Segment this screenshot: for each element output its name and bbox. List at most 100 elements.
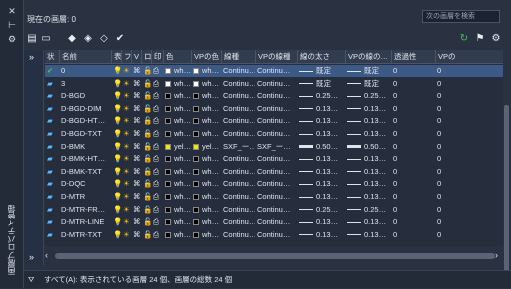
plot-printer-icon[interactable]: ⎙ bbox=[153, 65, 163, 77]
plot-printer-icon[interactable]: ⎙ bbox=[153, 115, 163, 127]
layer-lineweight[interactable]: 0.13… bbox=[299, 128, 345, 140]
column-header-7[interactable]: 色 bbox=[163, 50, 191, 64]
layer-vp-transparency[interactable]: 0 bbox=[437, 141, 503, 153]
vp-freeze-icon[interactable]: ⌘ bbox=[133, 103, 141, 115]
freeze-sun-icon[interactable]: ☀ bbox=[123, 78, 131, 90]
lock-icon[interactable]: 🔓 bbox=[143, 153, 151, 165]
layer-name[interactable]: D-BGD-TXT bbox=[61, 128, 111, 140]
column-header-10[interactable]: VPの線種 bbox=[255, 50, 297, 64]
vp-freeze-icon[interactable]: ⌘ bbox=[133, 166, 141, 178]
lock-icon[interactable]: 🔓 bbox=[143, 115, 151, 127]
lock-icon[interactable]: 🔓 bbox=[143, 178, 151, 190]
layer-transparency[interactable]: 0 bbox=[393, 191, 435, 203]
layer-vp-transparency[interactable]: 0 bbox=[437, 229, 503, 241]
on-off-bulb-icon[interactable]: 💡 bbox=[113, 78, 121, 90]
layer-vp-transparency[interactable]: 0 bbox=[437, 216, 503, 228]
freeze-sun-icon[interactable]: ☀ bbox=[123, 90, 131, 102]
layer-vp-linetype[interactable]: Continu… bbox=[257, 115, 297, 127]
freeze-sun-icon[interactable]: ☀ bbox=[123, 141, 131, 153]
layer-row[interactable]: ▰ D-BMK 💡 ☀ ⌘ 🔓 ⎙ yel… yel… SXF_ー… SXF_ー… 0.50… 0.50… bbox=[45, 141, 503, 153]
new-vp-frozen-icon[interactable]: ◈ bbox=[82, 33, 94, 45]
column-header-14[interactable]: VPの bbox=[435, 50, 503, 64]
layer-vp-linetype[interactable]: Continu… bbox=[257, 65, 297, 77]
on-off-bulb-icon[interactable]: 💡 bbox=[113, 65, 121, 77]
layer-vp-color[interactable]: wh… bbox=[193, 191, 221, 203]
new-layer-icon[interactable]: ◆ bbox=[66, 33, 78, 45]
layer-vp-transparency[interactable]: 0 bbox=[437, 204, 503, 216]
plot-printer-icon[interactable]: ⎙ bbox=[153, 78, 163, 90]
lock-icon[interactable]: 🔓 bbox=[143, 141, 151, 153]
layer-transparency[interactable]: 0 bbox=[393, 78, 435, 90]
freeze-sun-icon[interactable]: ☀ bbox=[123, 229, 131, 241]
layer-vp-lineweight[interactable]: 0.13… bbox=[347, 115, 391, 127]
layer-row[interactable]: ▰ D-BGD-TXT 💡 ☀ ⌘ 🔓 ⎙ wh… wh… Continu… Continu… 0.1… bbox=[45, 128, 503, 140]
freeze-sun-icon[interactable]: ☀ bbox=[123, 153, 131, 165]
layer-transparency[interactable]: 0 bbox=[393, 141, 435, 153]
freeze-sun-icon[interactable]: ☀ bbox=[123, 103, 131, 115]
vp-freeze-icon[interactable]: ⌘ bbox=[133, 216, 141, 228]
layer-vp-linetype[interactable]: Continu… bbox=[257, 90, 297, 102]
layer-vp-transparency[interactable]: 0 bbox=[437, 166, 503, 178]
layer-row[interactable]: ▰ D-BGD-DIM 💡 ☀ ⌘ 🔓 ⎙ wh… wh… Continu… Continu… 0.1… bbox=[45, 103, 503, 115]
scroll-left-icon[interactable]: ‹ bbox=[45, 250, 48, 260]
layer-linetype[interactable]: Continu… bbox=[223, 204, 255, 216]
lock-icon[interactable]: 🔓 bbox=[143, 166, 151, 178]
layer-lineweight[interactable]: 0.13… bbox=[299, 103, 345, 115]
column-header-1[interactable]: 名前 bbox=[59, 50, 111, 64]
vp-freeze-icon[interactable]: ⌘ bbox=[133, 115, 141, 127]
on-off-bulb-icon[interactable]: 💡 bbox=[113, 178, 121, 190]
column-header-0[interactable]: 状 bbox=[45, 50, 59, 64]
layer-transparency[interactable]: 0 bbox=[393, 103, 435, 115]
layer-vp-linetype[interactable]: Continu… bbox=[257, 78, 297, 90]
layer-row[interactable]: ▰ D-MTR 💡 ☀ ⌘ 🔓 ⎙ wh… wh… Continu… Continu… 0.13… 0.… bbox=[45, 191, 503, 203]
layer-transparency[interactable]: 0 bbox=[393, 128, 435, 140]
layer-name[interactable]: 0 bbox=[61, 65, 111, 77]
layer-color[interactable]: wh… bbox=[165, 115, 191, 127]
layer-linetype[interactable]: Continu… bbox=[223, 128, 255, 140]
layer-lineweight[interactable]: 0.50… bbox=[299, 141, 345, 153]
layer-lineweight[interactable]: 0.13… bbox=[299, 166, 345, 178]
layer-linetype[interactable]: SXF_ー… bbox=[223, 141, 255, 153]
layer-vp-color[interactable]: wh… bbox=[193, 103, 221, 115]
layer-transparency[interactable]: 0 bbox=[393, 166, 435, 178]
vp-freeze-icon[interactable]: ⌘ bbox=[133, 191, 141, 203]
column-header-8[interactable]: VPの色 bbox=[191, 50, 221, 64]
layer-vp-lineweight[interactable]: 0.13… bbox=[347, 128, 391, 140]
plot-printer-icon[interactable]: ⎙ bbox=[153, 103, 163, 115]
column-header-2[interactable]: 表 bbox=[111, 50, 121, 64]
layer-lineweight[interactable]: 既定 bbox=[299, 65, 345, 77]
lock-icon[interactable]: 🔓 bbox=[143, 216, 151, 228]
layer-linetype[interactable]: Continu… bbox=[223, 65, 255, 77]
layer-vp-lineweight[interactable]: 0.13… bbox=[347, 191, 391, 203]
plot-printer-icon[interactable]: ⎙ bbox=[153, 90, 163, 102]
column-header-13[interactable]: 透過性 bbox=[391, 50, 435, 64]
layer-name[interactable]: D-MTR-TXT bbox=[61, 229, 111, 241]
on-off-bulb-icon[interactable]: 💡 bbox=[113, 141, 121, 153]
layer-vp-linetype[interactable]: Continu… bbox=[257, 103, 297, 115]
vp-freeze-icon[interactable]: ⌘ bbox=[133, 229, 141, 241]
lock-icon[interactable]: 🔓 bbox=[143, 103, 151, 115]
layer-lineweight[interactable]: 0.25… bbox=[299, 204, 345, 216]
layer-color[interactable]: wh… bbox=[165, 229, 191, 241]
vp-freeze-icon[interactable]: ⌘ bbox=[133, 204, 141, 216]
layer-status-icon[interactable]: ▰ bbox=[47, 141, 59, 153]
layer-color[interactable]: wh… bbox=[165, 128, 191, 140]
layer-vp-lineweight[interactable]: 0.13… bbox=[347, 229, 391, 241]
lock-icon[interactable]: 🔓 bbox=[143, 78, 151, 90]
autohide-icon[interactable]: ⊢ bbox=[6, 20, 18, 30]
layer-linetype[interactable]: Continu… bbox=[223, 191, 255, 203]
on-off-bulb-icon[interactable]: 💡 bbox=[113, 90, 121, 102]
layer-color[interactable]: wh… bbox=[165, 216, 191, 228]
plot-printer-icon[interactable]: ⎙ bbox=[153, 166, 163, 178]
layer-vp-transparency[interactable]: 0 bbox=[437, 191, 503, 203]
layer-status-icon[interactable]: ▰ bbox=[47, 103, 59, 115]
layer-search-input[interactable]: 次の画層を検索 bbox=[422, 10, 500, 23]
layer-color[interactable]: wh… bbox=[165, 78, 191, 90]
layer-linetype[interactable]: Continu… bbox=[223, 178, 255, 190]
layer-vp-linetype[interactable]: Continu… bbox=[257, 216, 297, 228]
layer-vp-color[interactable]: wh… bbox=[193, 229, 221, 241]
layer-color[interactable]: wh… bbox=[165, 178, 191, 190]
layer-vp-lineweight[interactable]: 0.25… bbox=[347, 90, 391, 102]
layer-transparency[interactable]: 0 bbox=[393, 115, 435, 127]
layer-row[interactable]: ▰ D-BGD-HT… 💡 ☀ ⌘ 🔓 ⎙ wh… wh… Continu… Continu… 0.1… bbox=[45, 115, 503, 127]
